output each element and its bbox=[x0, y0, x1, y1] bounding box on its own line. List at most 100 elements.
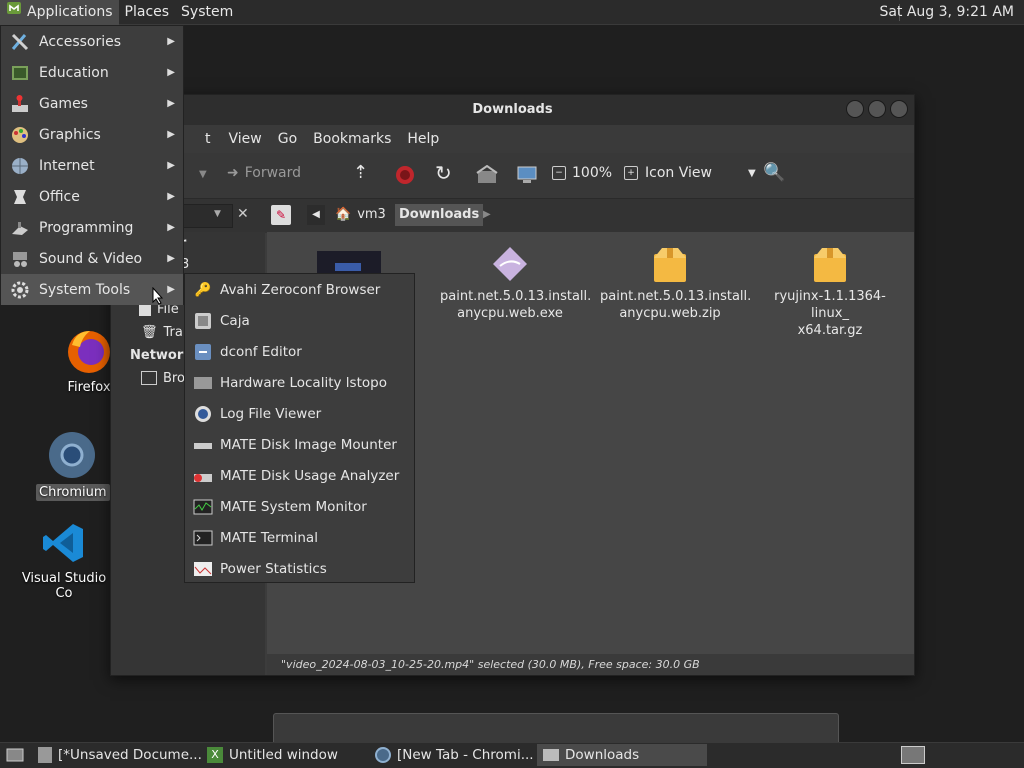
vscode-label: Visual Studio Co bbox=[21, 571, 107, 601]
sound-video-icon bbox=[9, 249, 31, 269]
menu-item-lstopo[interactable]: Hardware Locality lstopo bbox=[185, 367, 414, 398]
menu-item-education[interactable]: Education ▶ bbox=[1, 57, 183, 88]
sidebar-item-browse-network[interactable]: Bro bbox=[141, 371, 185, 386]
places-menu[interactable]: Places bbox=[119, 0, 176, 25]
menu-item-sound-video[interactable]: Sound & Video ▶ bbox=[1, 243, 183, 274]
menu-item-terminal[interactable]: MATE Terminal bbox=[185, 522, 414, 553]
edit-location-icon[interactable]: ✎ bbox=[271, 205, 291, 225]
network-header: Network bbox=[130, 348, 192, 363]
disk-mounter-label: MATE Disk Image Mounter bbox=[220, 436, 397, 453]
task-untitled-window[interactable]: X Untitled window bbox=[201, 744, 344, 766]
crumb-back-icon[interactable]: ◀ bbox=[307, 205, 325, 225]
menu-edit[interactable]: t bbox=[205, 131, 219, 147]
menu-item-internet[interactable]: Internet ▶ bbox=[1, 150, 183, 181]
submenu-arrow-icon: ▶ bbox=[167, 36, 175, 47]
clock[interactable]: Sat Aug 3, 9:21 AM bbox=[869, 0, 1024, 25]
trash-label: Tra bbox=[163, 325, 183, 340]
stop-icon bbox=[396, 166, 414, 184]
crumb-downloads[interactable]: Downloads bbox=[395, 204, 484, 226]
system-menu[interactable]: System bbox=[175, 0, 239, 25]
reload-button[interactable]: ↻ bbox=[435, 161, 452, 185]
menu-item-graphics[interactable]: Graphics ▶ bbox=[1, 119, 183, 150]
home-icon bbox=[476, 165, 498, 183]
applications-menu[interactable]: Applications bbox=[0, 0, 119, 25]
bottom-panel: [*Unsaved Docume... X Untitled window [N… bbox=[0, 742, 1024, 768]
up-button[interactable]: ⇡ bbox=[353, 162, 368, 183]
computer-button[interactable] bbox=[516, 165, 538, 185]
forward-icon: ➜ bbox=[227, 165, 239, 181]
menu-item-log-viewer[interactable]: Log File Viewer bbox=[185, 398, 414, 429]
office-icon bbox=[9, 187, 31, 207]
task-downloads[interactable]: Downloads bbox=[537, 744, 707, 766]
close-button[interactable] bbox=[890, 100, 908, 118]
task-label: [New Tab - Chromi... bbox=[397, 747, 534, 763]
desktop-chromium[interactable]: Chromium bbox=[36, 430, 110, 501]
firefox-label: Firefox bbox=[67, 380, 111, 395]
crumb-forward-icon[interactable]: ▶ bbox=[483, 209, 491, 220]
menu-bookmarks[interactable]: Bookmarks bbox=[305, 131, 399, 147]
desktop-vscode[interactable]: Visual Studio Co bbox=[15, 520, 113, 602]
chromium-label: Chromium bbox=[36, 484, 110, 501]
home-button[interactable] bbox=[476, 165, 498, 185]
stop-button[interactable] bbox=[395, 165, 415, 185]
menu-item-accessories[interactable]: Accessories ▶ bbox=[1, 26, 183, 57]
zoom-level: 100% bbox=[572, 165, 613, 181]
zoom-in-icon[interactable]: + bbox=[624, 166, 639, 180]
bottom-dock bbox=[273, 713, 839, 745]
location-dropdown-icon[interactable]: ▼ bbox=[214, 209, 221, 219]
menu-item-disk-mounter[interactable]: MATE Disk Image Mounter bbox=[185, 429, 414, 460]
menu-item-power-stats[interactable]: Power Statistics bbox=[185, 553, 414, 584]
forward-button[interactable]: ➜ Forward bbox=[227, 165, 301, 181]
education-icon bbox=[9, 63, 31, 83]
crumb-vm3[interactable]: 🏠 vm3 bbox=[335, 207, 386, 222]
menu-item-programming[interactable]: Programming ▶ bbox=[1, 212, 183, 243]
accessories-label: Accessories bbox=[39, 33, 122, 50]
graphics-icon bbox=[9, 125, 31, 145]
maximize-button[interactable] bbox=[868, 100, 886, 118]
window-title: Downloads bbox=[472, 102, 553, 117]
terminal-label: MATE Terminal bbox=[220, 529, 318, 546]
zoom-out-icon[interactable]: − bbox=[552, 166, 566, 180]
file-item[interactable]: paint.net.5.0.13.install. anycpu.web.exe bbox=[440, 244, 591, 322]
menu-item-disk-usage[interactable]: MATE Disk Usage Analyzer bbox=[185, 460, 414, 491]
programming-icon bbox=[9, 218, 31, 238]
browse-network-label: Bro bbox=[163, 371, 185, 386]
task-unsaved-document[interactable]: [*Unsaved Docume... bbox=[32, 744, 208, 766]
top-panel: Applications Places System Sat Aug 3, 9:… bbox=[0, 0, 1024, 25]
search-icon: 🔍 bbox=[763, 162, 786, 183]
task-chromium[interactable]: [New Tab - Chromi... bbox=[369, 744, 540, 766]
status-bar: "video_2024-08-03_10-25-20.mp4" selected… bbox=[267, 654, 914, 675]
zoom-control[interactable]: − 100% + bbox=[552, 165, 639, 181]
task-label: [*Unsaved Docume... bbox=[58, 747, 202, 763]
system-monitor-icon bbox=[192, 497, 214, 517]
search-button[interactable]: 🔍 bbox=[763, 162, 785, 183]
menu-go[interactable]: Go bbox=[270, 131, 305, 147]
menu-item-caja[interactable]: Caja bbox=[185, 305, 414, 336]
computer-icon bbox=[517, 166, 537, 183]
menu-item-games[interactable]: Games ▶ bbox=[1, 88, 183, 119]
minimize-button[interactable] bbox=[846, 100, 864, 118]
clear-location-icon[interactable]: ✕ bbox=[237, 206, 249, 222]
menu-item-dconf[interactable]: dconf Editor bbox=[185, 336, 414, 367]
view-mode-select[interactable]: Icon View ▼ bbox=[645, 165, 756, 181]
menu-item-system-monitor[interactable]: MATE System Monitor bbox=[185, 491, 414, 522]
show-desktop-button[interactable] bbox=[0, 744, 30, 766]
mouse-cursor-icon bbox=[152, 286, 164, 309]
menu-view[interactable]: View bbox=[219, 131, 270, 147]
sidebar-item-trash[interactable]: 🗑 Tra bbox=[141, 325, 183, 340]
submenu-arrow-icon: ▶ bbox=[167, 284, 175, 295]
menu-help[interactable]: Help bbox=[399, 131, 447, 147]
caja-label: Caja bbox=[220, 312, 250, 329]
back-dropdown-icon[interactable]: ▼ bbox=[199, 169, 207, 180]
file-item[interactable]: paint.net.5.0.13.install. anycpu.web.zip bbox=[600, 244, 751, 322]
menu-item-office[interactable]: Office ▶ bbox=[1, 181, 183, 212]
menu-item-avahi[interactable]: 🔑 Avahi Zeroconf Browser bbox=[185, 274, 414, 305]
text-editor-icon bbox=[38, 747, 52, 763]
system-tools-label: System Tools bbox=[39, 281, 131, 298]
file-item[interactable]: ryujinx-1.1.1364-linux_ x64.tar.gz bbox=[760, 244, 900, 339]
workspace-switcher[interactable] bbox=[895, 744, 931, 766]
window-titlebar[interactable]: Downloads bbox=[111, 95, 914, 125]
accessories-icon bbox=[9, 32, 31, 52]
disk-mounter-icon bbox=[192, 435, 214, 455]
avahi-icon: 🔑 bbox=[194, 281, 212, 298]
